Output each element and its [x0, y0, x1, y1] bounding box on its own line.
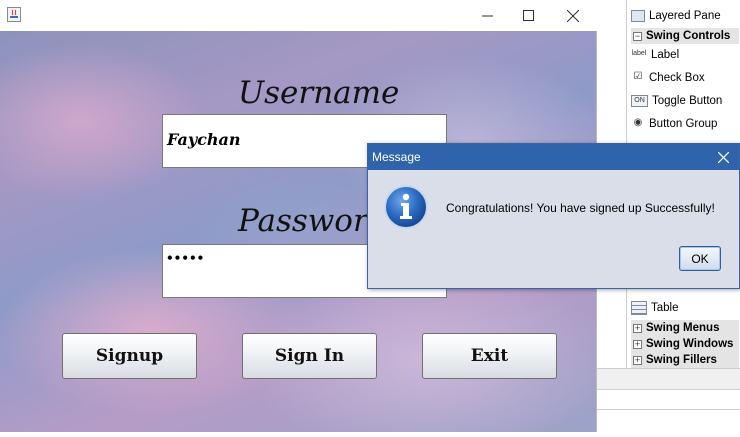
username-label: Username	[238, 75, 400, 111]
message-dialog: Message Congratulations! You have signed…	[367, 143, 740, 289]
dialog-titlebar: Message	[368, 144, 739, 170]
palette-item-text: Label	[651, 49, 680, 61]
expand-icon: +	[633, 354, 642, 365]
dialog-close-button[interactable]	[708, 144, 738, 170]
table-icon	[631, 301, 647, 315]
palette-item-layered-pane[interactable]: Layered Pane	[631, 6, 739, 26]
signup-button[interactable]: Signup	[62, 333, 197, 379]
minimize-icon	[481, 15, 493, 17]
window-titlebar	[0, 0, 597, 31]
button-group-icon: ◉	[633, 117, 643, 128]
dialog-title: Message	[372, 150, 421, 164]
palette-item-check-box[interactable]: ☑ Check Box	[631, 68, 739, 88]
palette-category-swing-windows[interactable]: + Swing Windows	[631, 336, 739, 352]
palette-item-toggle-button[interactable]: ON Toggle Button	[631, 91, 739, 111]
palette-item-label[interactable]: label Label	[631, 45, 739, 65]
maximize-button[interactable]	[506, 0, 550, 31]
close-icon	[717, 151, 729, 163]
palette-category-label: Swing Controls	[646, 30, 731, 42]
palette-item-button-group[interactable]: ◉ Button Group	[631, 114, 739, 134]
minimize-button[interactable]	[465, 0, 509, 31]
password-value: •••••	[166, 251, 205, 265]
maximize-icon	[522, 10, 534, 21]
ok-button[interactable]: OK	[679, 246, 721, 271]
palette-footer	[597, 368, 740, 390]
close-icon	[567, 9, 579, 22]
exit-button[interactable]: Exit	[422, 333, 557, 379]
checkbox-icon: ☑	[633, 71, 643, 82]
palette-item-text: Toggle Button	[652, 95, 723, 107]
expand-icon: +	[633, 322, 642, 333]
palette-category-label: Swing Fillers	[646, 354, 717, 366]
collapse-icon: −	[633, 30, 642, 41]
expand-icon: +	[633, 338, 642, 349]
signin-button[interactable]: Sign In	[242, 333, 377, 379]
palette-category-swing-fillers[interactable]: + Swing Fillers	[631, 352, 739, 368]
username-value: Faychan	[167, 130, 241, 149]
palette-category-swing-controls[interactable]: − Swing Controls	[631, 28, 739, 44]
toggle-button-icon: ON	[631, 95, 648, 107]
label-icon: label	[631, 50, 647, 57]
close-button[interactable]	[551, 0, 595, 31]
palette-category-label: Swing Menus	[646, 322, 720, 334]
palette-item-text: Table	[651, 302, 679, 314]
palette-category-swing-menus[interactable]: + Swing Menus	[631, 320, 739, 336]
password-label: Password	[238, 203, 388, 239]
palette-item-label: Layered Pane	[649, 10, 721, 22]
dialog-message: Congratulations! You have signed up Succ…	[446, 201, 715, 215]
palette-item-table[interactable]: Table	[631, 298, 739, 318]
palette-category-label: Swing Windows	[646, 338, 734, 350]
palette-item-text: Button Group	[649, 118, 718, 130]
layered-pane-icon	[631, 10, 645, 22]
info-icon	[384, 185, 428, 229]
palette-footer-strip	[597, 390, 740, 410]
palette-item-text: Check Box	[649, 72, 705, 84]
java-app-icon	[7, 7, 21, 22]
